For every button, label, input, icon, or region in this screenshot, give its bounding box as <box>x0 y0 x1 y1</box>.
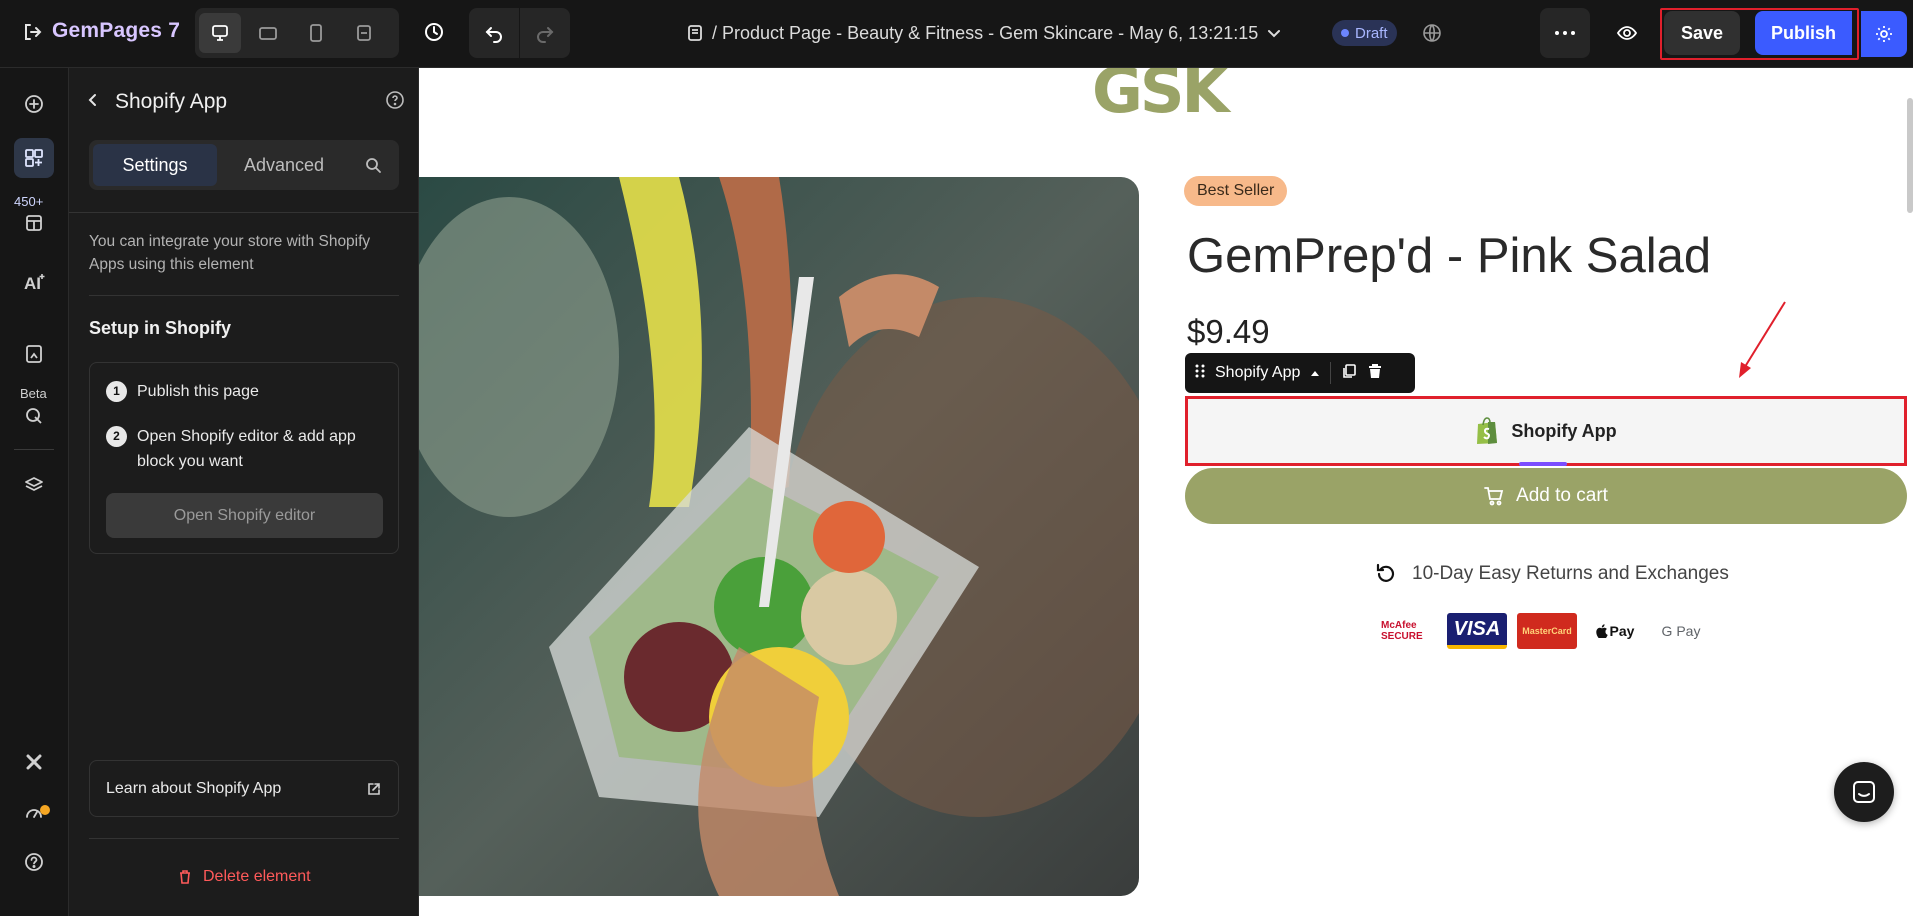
google-pay-icon: G Pay <box>1661 623 1701 639</box>
undo-icon[interactable] <box>469 8 519 58</box>
exit-icon[interactable] <box>22 22 42 42</box>
chat-icon[interactable] <box>1834 762 1894 822</box>
product-price[interactable]: $9.49 <box>1187 313 1270 351</box>
brand-logo: GSK <box>1092 68 1230 127</box>
tab-advanced[interactable]: Advanced <box>217 144 351 186</box>
cursor-icon[interactable] <box>14 396 54 436</box>
product-image[interactable] <box>419 177 1139 896</box>
returns-info: 10-Day Easy Returns and Exchanges <box>1374 562 1729 586</box>
layers-icon[interactable] <box>14 466 54 506</box>
search-icon[interactable] <box>351 144 395 186</box>
add-to-cart-button[interactable]: Add to cart <box>1185 468 1907 524</box>
desktop-icon[interactable] <box>199 13 241 53</box>
external-link-icon <box>368 782 380 795</box>
sections-icon[interactable] <box>14 203 54 243</box>
undo-redo-group <box>469 8 570 58</box>
settings-panel: Shopify App Settings Advanced You can in… <box>69 68 419 916</box>
setup-card: 1 Publish this page 2 Open Shopify edito… <box>89 362 399 554</box>
add-icon[interactable] <box>14 84 54 124</box>
globe-icon[interactable] <box>1420 21 1444 45</box>
page-title-selector[interactable]: / Product Page - Beauty & Fitness - Gem … <box>686 20 1282 46</box>
preview-icon[interactable] <box>1602 8 1652 58</box>
top-bar: GemPages 7 / Product Page - Beauty & Fit… <box>0 0 1913 68</box>
panel-title: Shopify App <box>115 90 228 113</box>
svg-text:AI: AI <box>24 274 41 293</box>
help-icon[interactable] <box>14 842 54 882</box>
apple-pay-icon: Pay <box>1587 613 1643 649</box>
gear-icon[interactable] <box>1861 11 1907 57</box>
save-button[interactable]: Save <box>1664 11 1740 55</box>
duplicate-icon[interactable] <box>1341 363 1357 384</box>
history-icon[interactable] <box>414 12 454 52</box>
payment-icons: McAfee SECURE VISA MasterCard Pay G Pay <box>1381 613 1709 649</box>
left-rail: 450+ AI Beta <box>0 68 69 916</box>
panel-tabs: Settings Advanced <box>89 140 399 190</box>
setup-step: 1 Publish this page <box>106 379 259 404</box>
page-icon <box>688 25 702 41</box>
drag-handle-icon[interactable] <box>1195 363 1205 384</box>
trash-icon <box>180 870 190 884</box>
shopify-app-block[interactable]: Shopify App <box>1185 396 1907 466</box>
info-icon[interactable] <box>385 90 405 115</box>
tab-settings[interactable]: Settings <box>93 144 217 186</box>
mastercard-icon: MasterCard <box>1517 613 1577 649</box>
device-switcher <box>195 8 399 58</box>
visa-icon: VISA <box>1447 613 1507 649</box>
elements-icon[interactable] <box>14 138 54 178</box>
delete-element-button[interactable]: Delete element <box>177 868 311 886</box>
setup-title: Setup in Shopify <box>89 318 231 338</box>
app-logo[interactable]: GemPages 7 <box>52 19 180 43</box>
resize-handle[interactable] <box>1519 462 1567 466</box>
cart-icon <box>1484 487 1504 506</box>
pages-icon[interactable] <box>14 334 54 374</box>
trash-icon[interactable] <box>1367 363 1383 384</box>
ai-icon[interactable]: AI <box>14 262 54 302</box>
refresh-icon <box>1376 563 1395 582</box>
tablet-landscape-icon[interactable] <box>247 13 289 53</box>
notification-dot <box>40 805 50 815</box>
panel-header: Shopify App <box>85 88 405 116</box>
page-title: / Product Page - Beauty & Fitness - Gem … <box>712 22 1259 43</box>
learn-about-link[interactable]: Learn about Shopify App <box>89 760 399 817</box>
element-description: You can integrate your store with Shopif… <box>89 233 371 273</box>
annotation-arrow <box>1739 301 1786 378</box>
toolbar-label[interactable]: Shopify App <box>1215 364 1300 382</box>
canvas-scrollbar[interactable] <box>1907 98 1913 213</box>
product-title[interactable]: GemPrep'd - Pink Salad <box>1187 228 1711 284</box>
shopify-bag-icon <box>1477 417 1498 444</box>
x-icon[interactable] <box>14 742 54 782</box>
mcafee-icon: McAfee SECURE <box>1381 620 1423 642</box>
redo-icon[interactable] <box>520 8 570 58</box>
best-seller-badge: Best Seller <box>1184 176 1288 206</box>
element-toolbar: Shopify App <box>1185 353 1415 393</box>
mobile-icon[interactable] <box>295 13 337 53</box>
responsive-icon[interactable] <box>343 13 385 53</box>
more-options-icon[interactable] <box>1540 8 1590 58</box>
open-shopify-editor-button[interactable]: Open Shopify editor <box>106 493 383 538</box>
chevron-down-icon <box>1268 30 1281 38</box>
editor-canvas[interactable]: GSK Best Seller GemPrep'd - Pink Salad $… <box>419 68 1913 916</box>
caret-up-icon[interactable] <box>1310 364 1320 382</box>
status-badge: Draft <box>1332 20 1397 46</box>
publish-button[interactable]: Publish <box>1755 11 1852 55</box>
back-icon[interactable] <box>85 92 101 113</box>
setup-step: 2 Open Shopify editor & add app block yo… <box>106 424 376 474</box>
